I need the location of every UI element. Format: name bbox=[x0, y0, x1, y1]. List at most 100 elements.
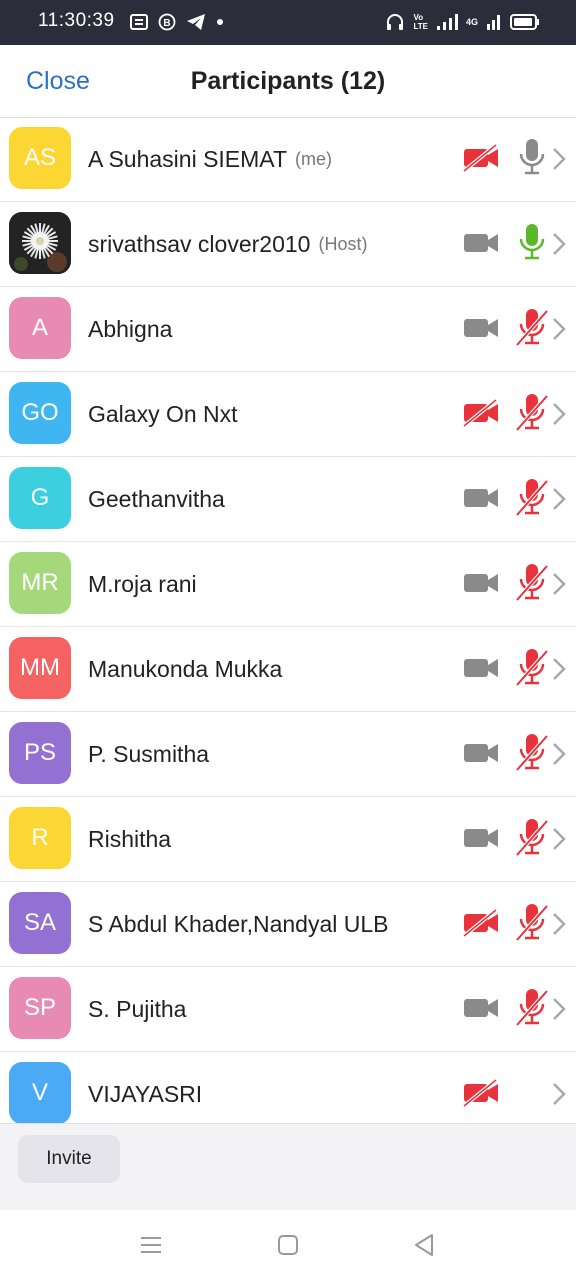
chevron-right-icon[interactable] bbox=[550, 996, 568, 1022]
news-icon bbox=[130, 14, 148, 30]
participant-name: srivathsav clover2010 bbox=[88, 230, 311, 257]
video-off-icon bbox=[462, 1078, 500, 1108]
video-off-icon bbox=[462, 143, 500, 173]
telegram-icon bbox=[187, 14, 205, 30]
chevron-right-icon[interactable] bbox=[550, 146, 568, 172]
video-off-icon bbox=[462, 398, 500, 428]
mic-icon bbox=[514, 137, 550, 177]
video-on-icon bbox=[462, 569, 500, 597]
chevron-right-icon[interactable] bbox=[550, 401, 568, 427]
avatar: V bbox=[9, 1062, 71, 1124]
status-time: 11:30:39 bbox=[38, 10, 115, 31]
mic-muted-icon bbox=[514, 732, 550, 772]
network-type: 4G bbox=[465, 17, 478, 27]
video-on-icon bbox=[462, 654, 500, 682]
participant-name: S Abdul Khader,Nandyal ULB bbox=[88, 910, 389, 937]
participant-name-wrap: S. Pujitha bbox=[88, 967, 426, 1051]
video-on-icon bbox=[462, 824, 500, 852]
avatar: R bbox=[9, 807, 71, 869]
participant-row[interactable]: G Geethanvitha bbox=[0, 457, 576, 542]
mic-active-icon bbox=[514, 222, 550, 262]
chevron-right-icon[interactable] bbox=[550, 1081, 568, 1107]
avatar: PS bbox=[9, 722, 71, 784]
participant-row[interactable]: MM Manukonda Mukka bbox=[0, 627, 576, 712]
mic-muted-icon bbox=[514, 647, 550, 687]
participant-name-wrap: Rishitha bbox=[88, 797, 426, 881]
mic-muted-icon bbox=[514, 902, 550, 942]
signal-icon bbox=[436, 14, 458, 30]
participant-role-tag: (Host) bbox=[318, 233, 368, 254]
participant-row[interactable]: SP S. Pujitha bbox=[0, 967, 576, 1052]
participant-row[interactable]: R Rishitha bbox=[0, 797, 576, 882]
participant-name-wrap: Manukonda Mukka bbox=[88, 627, 426, 711]
notification-icons: B bbox=[130, 13, 224, 31]
mic-muted-icon bbox=[514, 477, 550, 517]
participant-row[interactable]: MR M.roja rani bbox=[0, 542, 576, 627]
participant-name: Abhigna bbox=[88, 315, 173, 342]
participant-name: M.roja rani bbox=[88, 570, 197, 597]
status-bar: 11:30:39 B Vo LTE 4G bbox=[0, 0, 576, 45]
video-off-icon bbox=[462, 908, 500, 938]
chevron-right-icon[interactable] bbox=[550, 911, 568, 937]
volte-icon: Vo LTE bbox=[413, 13, 428, 31]
participants-header: Close Participants (12) bbox=[0, 45, 576, 118]
battery-icon bbox=[510, 14, 539, 30]
participant-name: Geethanvitha bbox=[88, 485, 225, 512]
dot-icon bbox=[217, 19, 223, 25]
participant-row[interactable]: PS P. Susmitha bbox=[0, 712, 576, 797]
participant-row[interactable]: GO Galaxy On Nxt bbox=[0, 372, 576, 457]
chevron-right-icon[interactable] bbox=[550, 826, 568, 852]
participant-name: S. Pujitha bbox=[88, 995, 187, 1022]
participant-name-wrap: srivathsav clover2010 (Host) bbox=[88, 202, 426, 286]
video-on-icon bbox=[462, 229, 500, 257]
participant-name: Manukonda Mukka bbox=[88, 655, 283, 682]
participant-row[interactable]: SA S Abdul Khader,Nandyal ULB bbox=[0, 882, 576, 967]
signal-2-icon bbox=[487, 15, 500, 30]
chevron-right-icon[interactable] bbox=[550, 486, 568, 512]
mic-muted-icon bbox=[514, 562, 550, 602]
system-icons: Vo LTE 4G bbox=[385, 12, 540, 32]
participant-name: A Suhasini SIEMAT bbox=[88, 145, 287, 172]
mic-muted-icon bbox=[514, 392, 550, 432]
svg-text:B: B bbox=[163, 18, 170, 29]
menu-nav-icon[interactable] bbox=[140, 1235, 162, 1255]
participant-name-wrap: M.roja rani bbox=[88, 542, 426, 626]
participant-name-wrap: Galaxy On Nxt bbox=[88, 372, 426, 456]
avatar: A bbox=[9, 297, 71, 359]
avatar: SA bbox=[9, 892, 71, 954]
mic-muted-icon bbox=[514, 987, 550, 1027]
avatar: MR bbox=[9, 552, 71, 614]
chevron-right-icon[interactable] bbox=[550, 571, 568, 597]
volte-bottom: LTE bbox=[413, 22, 428, 31]
participant-row[interactable]: A Abhigna bbox=[0, 287, 576, 372]
participant-name: Galaxy On Nxt bbox=[88, 400, 238, 427]
participant-name: Rishitha bbox=[88, 825, 172, 852]
back-nav-icon[interactable] bbox=[413, 1233, 435, 1257]
page-title: Participants (12) bbox=[190, 67, 386, 95]
participant-name-wrap: Abhigna bbox=[88, 287, 426, 371]
avatar: GO bbox=[9, 382, 71, 444]
participant-name-wrap: Geethanvitha bbox=[88, 457, 426, 541]
video-on-icon bbox=[462, 739, 500, 767]
b-circle-icon: B bbox=[158, 13, 176, 31]
video-on-icon bbox=[462, 484, 500, 512]
participant-row[interactable]: AS A Suhasini SIEMAT (me) bbox=[0, 117, 576, 202]
video-on-icon bbox=[462, 994, 500, 1022]
chevron-right-icon[interactable] bbox=[550, 741, 568, 767]
participant-list: AS A Suhasini SIEMAT (me) srivathsav clover… bbox=[0, 117, 576, 1137]
chevron-right-icon[interactable] bbox=[550, 316, 568, 342]
mic-muted-icon bbox=[514, 817, 550, 857]
home-nav-icon[interactable] bbox=[277, 1234, 299, 1256]
participant-row[interactable]: srivathsav clover2010 (Host) bbox=[0, 202, 576, 287]
volte-top: Vo bbox=[413, 13, 424, 22]
avatar bbox=[9, 212, 71, 274]
chevron-right-icon[interactable] bbox=[550, 656, 568, 682]
chevron-right-icon[interactable] bbox=[550, 231, 568, 257]
footer-bar: Invite bbox=[0, 1123, 576, 1210]
video-on-icon bbox=[462, 314, 500, 342]
participant-role-tag: (me) bbox=[295, 148, 332, 169]
avatar: SP bbox=[9, 977, 71, 1039]
invite-button[interactable]: Invite bbox=[18, 1135, 120, 1183]
avatar: MM bbox=[9, 637, 71, 699]
participant-name-wrap: A Suhasini SIEMAT (me) bbox=[88, 117, 426, 201]
